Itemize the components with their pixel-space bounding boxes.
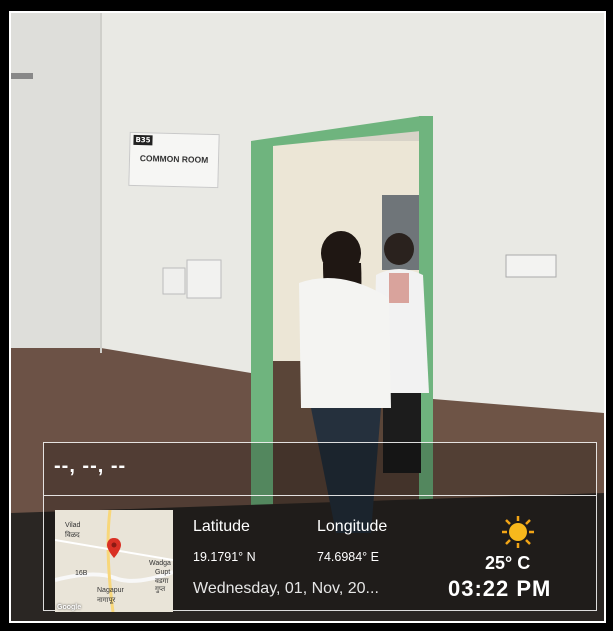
location-map-thumbnail[interactable]: Vilad विळद Wadga Gupt वडगा गुप्त Nagapur… bbox=[55, 510, 173, 612]
temperature-text: 25° C bbox=[485, 553, 531, 573]
address-text: --, --, -- bbox=[54, 455, 127, 477]
room-label: COMMON ROOM bbox=[139, 153, 209, 165]
sun-icon bbox=[502, 516, 534, 548]
map-place-4: Gupt bbox=[155, 569, 171, 576]
map-place-8: नागापूर bbox=[97, 597, 116, 604]
date-text: Wednesday, 01, Nov, 20... bbox=[193, 580, 379, 597]
map-pin-icon bbox=[107, 538, 121, 558]
map-place-1: Vilad bbox=[65, 522, 81, 529]
photo-frame: B35 COMMON ROOM --, --, -- Vilad विळद Wa… bbox=[9, 11, 606, 623]
gps-info-overlay: --, --, -- Vilad विळद Wadga Gupt वडगा गु… bbox=[43, 442, 597, 612]
latitude-label: Latitude bbox=[193, 518, 250, 535]
time-text: 03:22 PM bbox=[448, 576, 552, 601]
map-road-label: 16B bbox=[75, 570, 88, 577]
map-logo: Google bbox=[57, 604, 82, 611]
map-place-3: Wadga bbox=[149, 560, 171, 567]
common-room-sign: B35 COMMON ROOM bbox=[128, 131, 220, 189]
map-place-6: गुप्त bbox=[155, 586, 166, 593]
overlay-divider bbox=[44, 495, 596, 496]
latitude-value: 19.1791° N bbox=[193, 550, 256, 564]
longitude-label: Longitude bbox=[317, 518, 388, 535]
map-place-7: Nagapur bbox=[97, 587, 124, 594]
longitude-value: 74.6984° E bbox=[317, 550, 379, 564]
room-number: B35 bbox=[133, 134, 153, 146]
map-place-2: विळद bbox=[65, 532, 80, 539]
